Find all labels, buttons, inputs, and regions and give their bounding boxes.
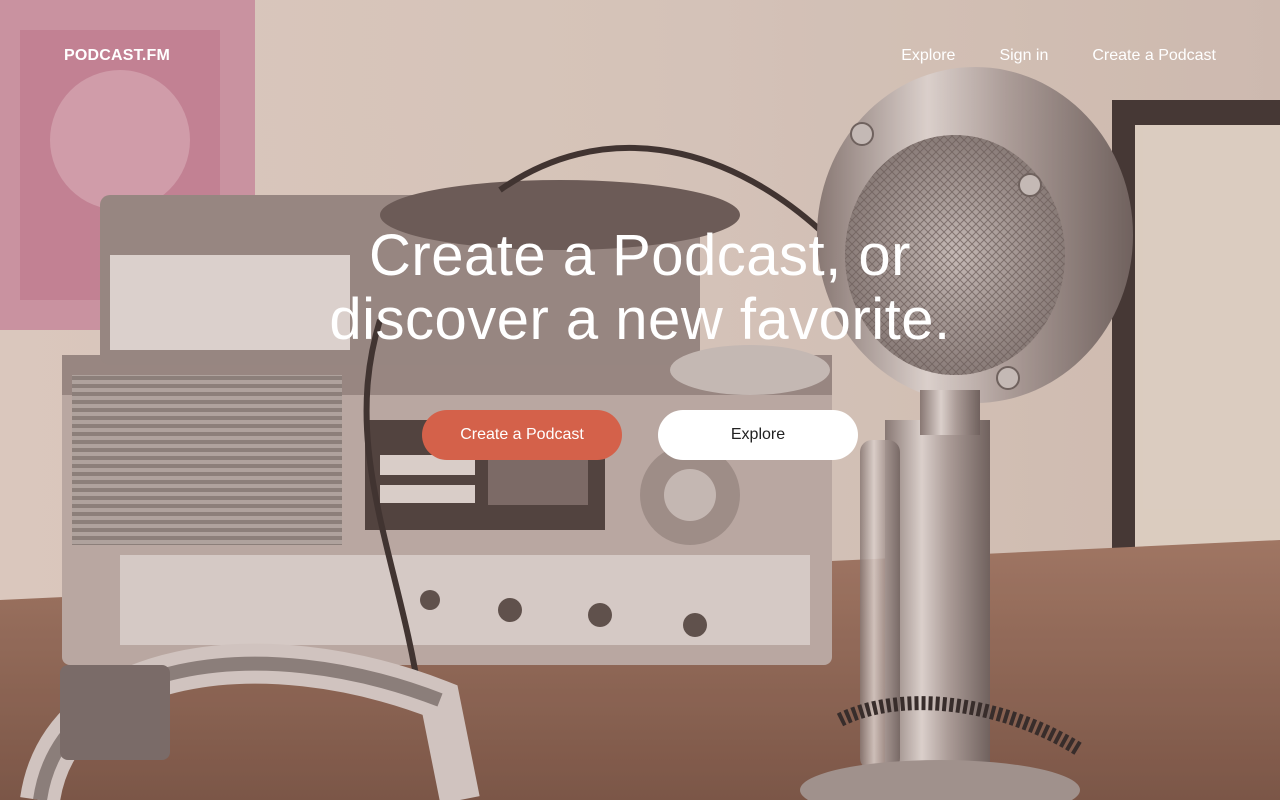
hero-section: PODCAST.FM Explore Sign in Create a Podc…: [0, 0, 1280, 800]
nav-link-create-podcast[interactable]: Create a Podcast: [1092, 47, 1216, 65]
hero-overlay: [0, 0, 1280, 800]
top-nav: Explore Sign in Create a Podcast: [901, 47, 1216, 65]
create-podcast-button[interactable]: Create a Podcast: [422, 410, 622, 460]
brand-logo[interactable]: PODCAST.FM: [64, 47, 170, 65]
hero-headline: Create a Podcast, or discover a new favo…: [0, 224, 1280, 352]
hero-headline-line-1: Create a Podcast, or: [369, 223, 911, 288]
nav-link-explore[interactable]: Explore: [901, 47, 955, 65]
hero-headline-line-2: discover a new favorite.: [329, 287, 951, 352]
explore-button[interactable]: Explore: [658, 410, 858, 460]
nav-link-sign-in[interactable]: Sign in: [999, 47, 1048, 65]
hero-cta-row: Create a Podcast Explore: [0, 410, 1280, 460]
